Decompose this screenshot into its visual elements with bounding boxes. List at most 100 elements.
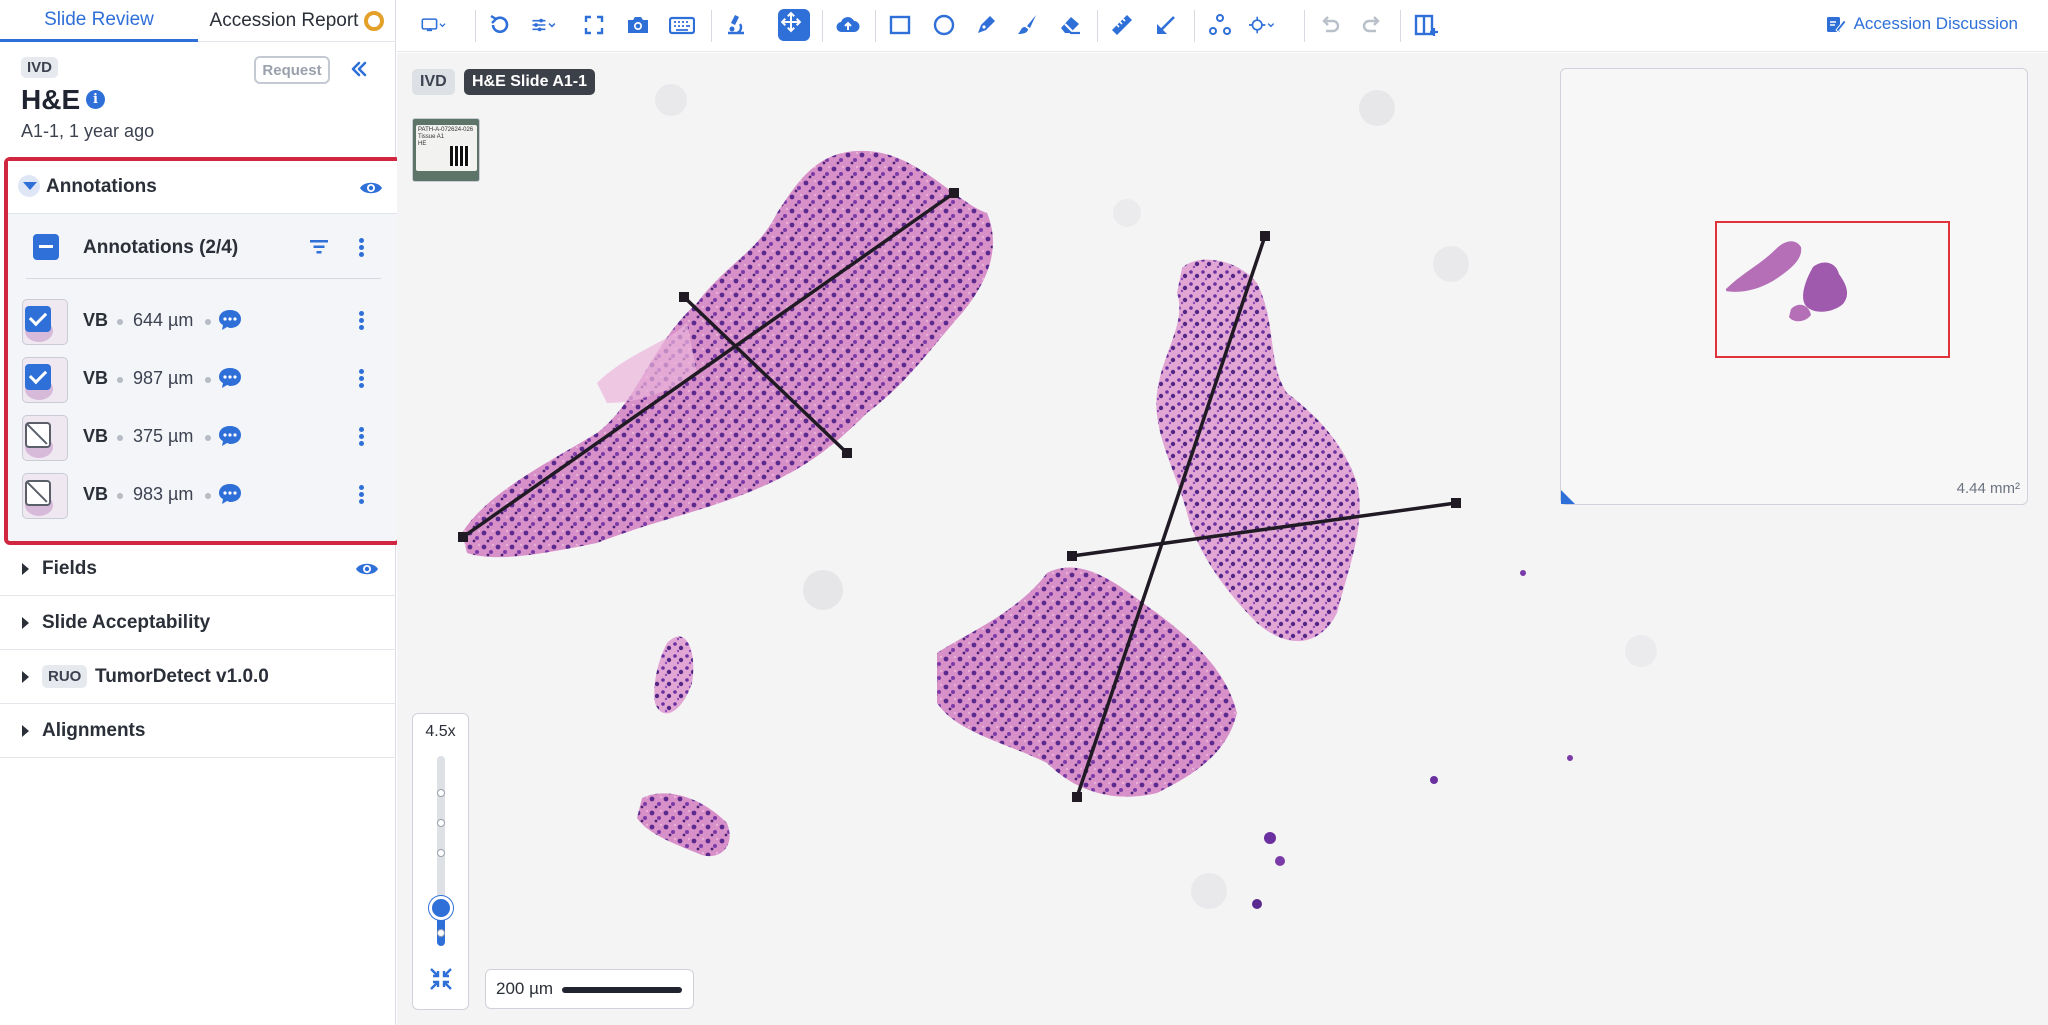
points-icon[interactable] xyxy=(1207,12,1233,38)
tissue-fragment xyxy=(1156,259,1360,642)
info-icon[interactable]: i xyxy=(86,90,105,109)
monitor-icon[interactable] xyxy=(421,12,461,38)
comment-icon[interactable] xyxy=(218,425,242,447)
measurement-handle[interactable] xyxy=(1067,551,1077,561)
section-slide-acceptability[interactable]: Slide Acceptability xyxy=(0,596,396,650)
annotation-more-icon[interactable] xyxy=(359,311,365,331)
annotation-more-icon[interactable] xyxy=(359,427,365,447)
divider xyxy=(711,10,712,42)
caret-right-icon xyxy=(22,563,29,575)
zoom-tick[interactable] xyxy=(437,929,445,937)
annotations-title: Annotations xyxy=(46,176,157,197)
group-more-icon[interactable] xyxy=(359,238,365,258)
annotation-row[interactable]: VB 983 µm xyxy=(8,470,397,528)
brush-icon[interactable] xyxy=(1015,12,1041,38)
separator-dot xyxy=(117,377,123,383)
filter-icon[interactable] xyxy=(310,240,328,254)
crosshair-icon[interactable] xyxy=(1249,12,1287,38)
tissue-fragment xyxy=(462,150,993,558)
fullscreen-icon[interactable] xyxy=(581,12,607,38)
minimap-viewport[interactable] xyxy=(1715,221,1950,358)
tab-accession-report[interactable]: Accession Report xyxy=(198,0,396,42)
comment-icon[interactable] xyxy=(218,483,242,505)
rotate-icon[interactable] xyxy=(487,12,513,38)
redo-icon[interactable] xyxy=(1359,12,1385,38)
adjust-icon[interactable] xyxy=(531,12,567,38)
accession-discussion-link[interactable]: Accession Discussion xyxy=(1826,14,2018,34)
comment-icon[interactable] xyxy=(218,309,242,331)
layout-icon[interactable] xyxy=(1413,12,1439,38)
toolbar: Accession Discussion xyxy=(397,0,2048,52)
eye-icon[interactable] xyxy=(359,180,383,196)
tab-slide-review[interactable]: Slide Review xyxy=(0,0,198,42)
annotation-more-icon[interactable] xyxy=(359,369,365,389)
request-button[interactable]: Request xyxy=(254,56,330,84)
annotation-checkbox[interactable] xyxy=(25,480,51,506)
tissue-speck xyxy=(1567,755,1573,761)
divider xyxy=(1194,10,1195,42)
zoom-tick[interactable] xyxy=(437,849,445,857)
annotation-checkbox[interactable] xyxy=(25,306,51,332)
cloud-upload-icon[interactable] xyxy=(835,12,861,38)
comment-icon[interactable] xyxy=(218,367,242,389)
divider xyxy=(475,10,476,42)
slide-meta: A1-1, 1 year ago xyxy=(21,121,155,141)
measurement-handle[interactable] xyxy=(1072,792,1082,802)
zoom-tick[interactable] xyxy=(437,789,445,797)
rectangle-icon[interactable] xyxy=(887,12,913,38)
tissue-speck xyxy=(1264,832,1276,844)
divider xyxy=(822,10,823,42)
collapse-sidebar-icon[interactable] xyxy=(348,58,370,80)
sidebar: Slide Review Accession Report IVD Reques… xyxy=(0,0,401,1025)
slide-title: H&E xyxy=(21,84,81,115)
eye-icon[interactable] xyxy=(355,561,379,577)
pen-icon[interactable] xyxy=(973,12,999,38)
viewer-ivd-badge: IVD xyxy=(412,69,455,95)
undo-icon[interactable] xyxy=(1317,12,1343,38)
annotation-more-icon[interactable] xyxy=(359,485,365,505)
annotations-header[interactable]: Annotations xyxy=(8,161,397,214)
group-select-checkbox[interactable] xyxy=(33,234,59,260)
camera-icon[interactable] xyxy=(625,12,651,38)
measurement-handle[interactable] xyxy=(458,532,468,542)
measurement-handle[interactable] xyxy=(1451,498,1461,508)
annotation-checkbox[interactable] xyxy=(25,422,51,448)
keyboard-icon[interactable] xyxy=(668,12,696,38)
caret-down-icon[interactable] xyxy=(23,182,37,190)
slide-viewer[interactable]: IVD H&E Slide A1-1 PATH-A-072624-026 Tis… xyxy=(397,53,2048,1025)
annotation-checkbox[interactable] xyxy=(25,364,51,390)
divider xyxy=(1304,10,1305,42)
section-alignments[interactable]: Alignments xyxy=(0,704,396,758)
ellipse-icon[interactable] xyxy=(931,12,957,38)
pan-icon[interactable] xyxy=(778,9,810,41)
tissue-speck xyxy=(1520,570,1526,576)
zoom-tick[interactable] xyxy=(437,819,445,827)
zoom-slider-knob[interactable] xyxy=(429,896,453,920)
minimap[interactable]: 4.44 mm² xyxy=(1560,68,2028,505)
measurement-handle[interactable] xyxy=(949,188,959,198)
annotation-row[interactable]: VB 644 µm xyxy=(8,296,397,354)
annotation-row[interactable]: VB 987 µm xyxy=(8,354,397,412)
arrow-icon[interactable] xyxy=(1153,12,1179,38)
tab-bar: Slide Review Accession Report xyxy=(0,0,396,42)
annotation-row[interactable]: VB 375 µm xyxy=(8,412,397,470)
measurement-handle[interactable] xyxy=(1260,231,1270,241)
tissue-speck xyxy=(1430,776,1438,784)
measurement-handle[interactable] xyxy=(842,448,852,458)
slide-label-thumbnail[interactable]: PATH-A-072624-026 Tissue A1 HE xyxy=(412,118,480,182)
zoom-control: 4.5x xyxy=(412,713,469,1010)
microscope-icon[interactable] xyxy=(723,12,749,38)
annotation-length: 987 µm xyxy=(133,368,194,388)
section-label: TumorDetect v1.0.0 xyxy=(95,666,269,687)
qr-code-icon xyxy=(450,146,470,166)
measurement-handle[interactable] xyxy=(679,292,689,302)
eraser-icon[interactable] xyxy=(1057,12,1083,38)
minimap-resize-handle[interactable] xyxy=(1561,490,1575,504)
section-fields[interactable]: Fields xyxy=(0,542,396,596)
ivd-badge: IVD xyxy=(21,57,59,78)
fit-to-screen-icon[interactable] xyxy=(429,967,453,991)
separator-dot xyxy=(205,377,211,383)
slide-name-badge: H&E Slide A1-1 xyxy=(464,69,595,95)
ruler-icon[interactable] xyxy=(1109,12,1135,38)
section-tumordetect[interactable]: RUO TumorDetect v1.0.0 xyxy=(0,650,396,704)
